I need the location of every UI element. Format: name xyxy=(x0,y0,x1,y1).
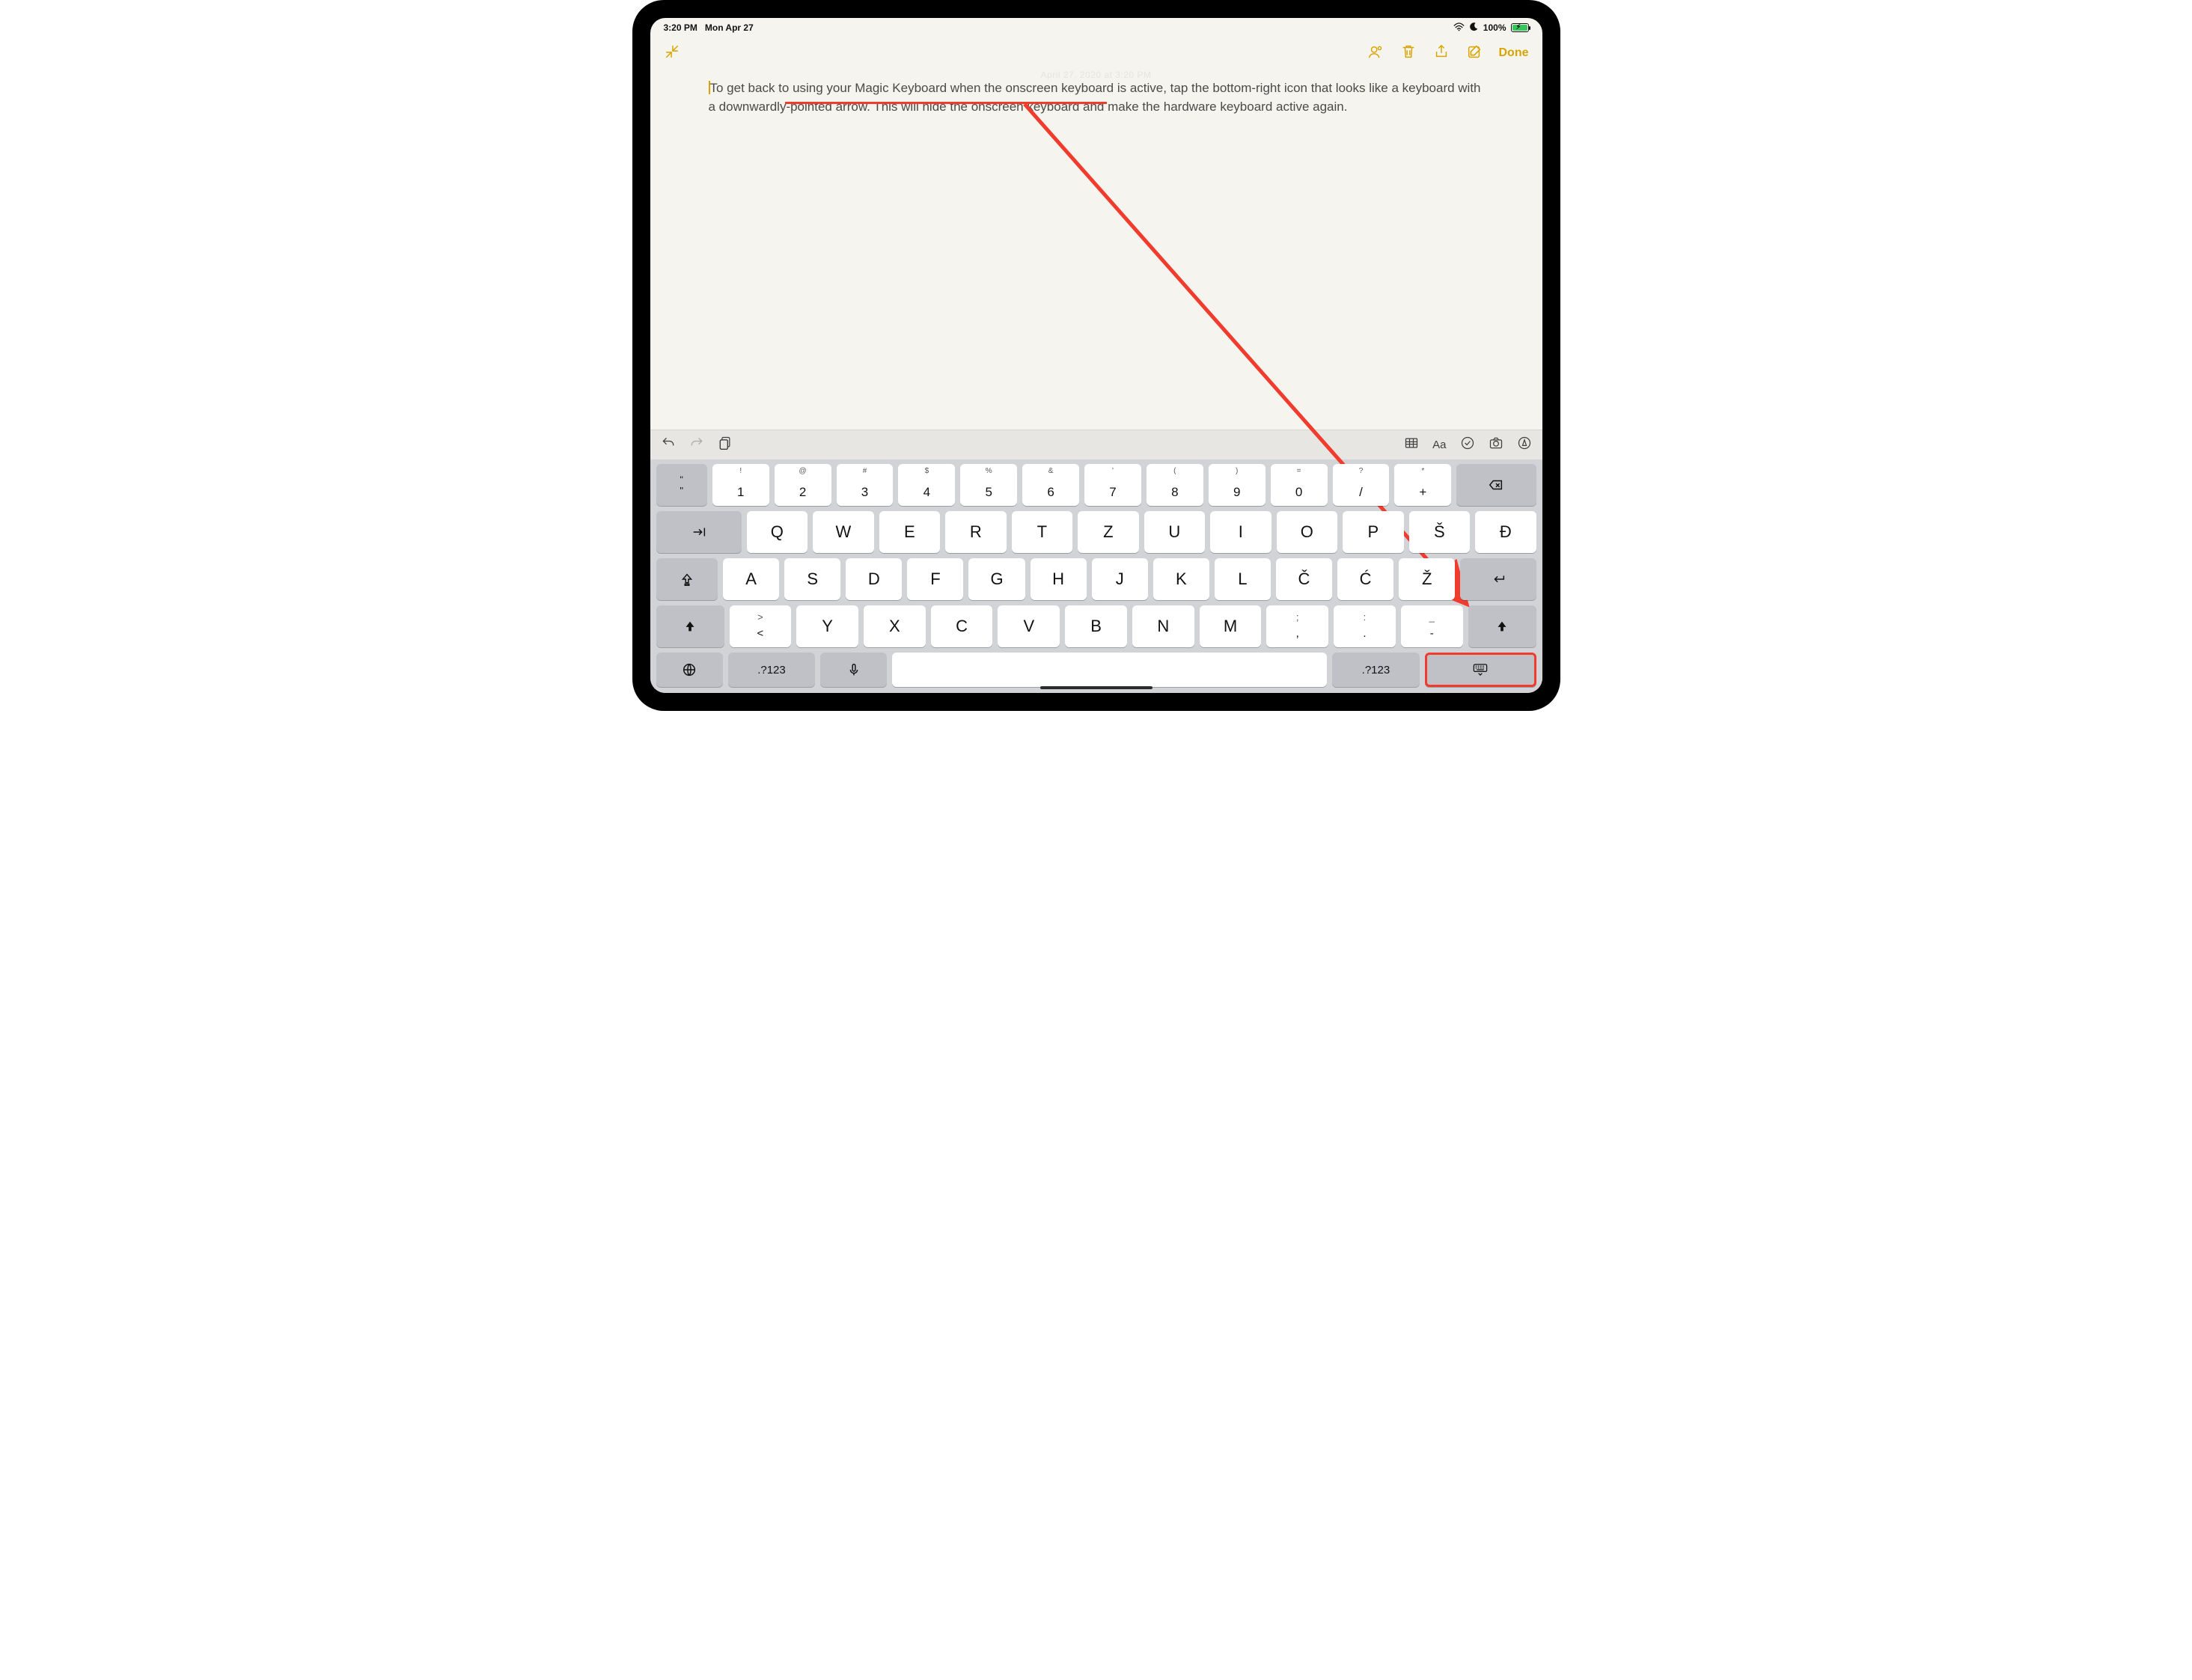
collaborate-icon[interactable] xyxy=(1367,43,1384,64)
key-ć[interactable]: Ć xyxy=(1337,558,1393,600)
key-y[interactable]: Y xyxy=(796,605,858,647)
key-d[interactable]: D xyxy=(846,558,902,600)
key-i[interactable]: I xyxy=(1210,511,1271,553)
shift-key-left[interactable] xyxy=(656,605,724,647)
spacebar-key[interactable] xyxy=(892,653,1327,687)
keyboard-row-5: .?123 .?123 xyxy=(656,653,1536,687)
key-ž[interactable]: Ž xyxy=(1399,558,1455,600)
caps-key[interactable] xyxy=(656,558,718,600)
keyboard-row-3: ASDFGHJKLČĆŽ xyxy=(656,558,1536,600)
key-3[interactable]: #3 xyxy=(837,464,894,506)
key-w[interactable]: W xyxy=(813,511,874,553)
done-button[interactable]: Done xyxy=(1499,46,1529,60)
key-angle[interactable]: >< xyxy=(730,605,792,647)
clipboard-icon[interactable] xyxy=(718,436,733,454)
key-s[interactable]: S xyxy=(784,558,840,600)
annotation-arrow xyxy=(650,69,1542,430)
key-5[interactable]: %5 xyxy=(960,464,1017,506)
key-6[interactable]: &6 xyxy=(1022,464,1079,506)
key-o[interactable]: O xyxy=(1277,511,1338,553)
key-z[interactable]: Z xyxy=(1078,511,1139,553)
collapse-icon[interactable] xyxy=(664,43,680,64)
key-r[interactable]: R xyxy=(945,511,1007,553)
key-.[interactable]: :. xyxy=(1334,605,1396,647)
key-h[interactable]: H xyxy=(1031,558,1087,600)
battery-icon: ⚡︎ xyxy=(1511,23,1529,32)
key-č[interactable]: Č xyxy=(1276,558,1332,600)
key-p[interactable]: P xyxy=(1343,511,1404,553)
key-b[interactable]: B xyxy=(1065,605,1127,647)
table-icon[interactable] xyxy=(1404,436,1419,454)
status-left: 3:20 PM Mon Apr 27 xyxy=(664,22,754,33)
dictation-key[interactable] xyxy=(820,653,887,687)
compose-icon[interactable] xyxy=(1466,43,1483,64)
globe-key[interactable] xyxy=(656,653,723,687)
ipad-device-frame: 3:20 PM Mon Apr 27 100% ⚡︎ xyxy=(632,0,1560,711)
status-date: Mon Apr 27 xyxy=(705,22,754,33)
battery-percentage: 100% xyxy=(1483,22,1506,33)
key-k[interactable]: K xyxy=(1153,558,1209,600)
key-t[interactable]: T xyxy=(1012,511,1073,553)
key-7[interactable]: '7 xyxy=(1084,464,1141,506)
markup-icon[interactable] xyxy=(1517,436,1532,454)
key-8[interactable]: (8 xyxy=(1147,464,1203,506)
key-q[interactable]: Q xyxy=(747,511,808,553)
home-indicator xyxy=(1040,686,1153,689)
return-key[interactable] xyxy=(1460,558,1536,600)
backspace-key[interactable] xyxy=(1456,464,1536,506)
status-right: 100% ⚡︎ xyxy=(1453,22,1529,34)
trash-icon[interactable] xyxy=(1400,43,1417,64)
key-u[interactable]: U xyxy=(1144,511,1206,553)
numbers-key-left[interactable]: .?123 xyxy=(728,653,815,687)
hide-keyboard-key[interactable] xyxy=(1425,653,1536,687)
annotation-underline xyxy=(785,102,1107,104)
key-4[interactable]: $4 xyxy=(898,464,955,506)
note-body[interactable]: April 27, 2020 at 3:20 PM To get back to… xyxy=(650,69,1542,430)
format-bar: Aa xyxy=(650,430,1542,459)
key-plus[interactable]: *+ xyxy=(1394,464,1451,506)
key-š[interactable]: Š xyxy=(1409,511,1471,553)
key-j[interactable]: J xyxy=(1092,558,1148,600)
key-g[interactable]: G xyxy=(968,558,1025,600)
status-bar: 3:20 PM Mon Apr 27 100% ⚡︎ xyxy=(650,18,1542,37)
checklist-icon[interactable] xyxy=(1460,436,1475,454)
redo-icon[interactable] xyxy=(689,436,704,454)
share-icon[interactable] xyxy=(1433,43,1450,64)
moon-icon xyxy=(1469,22,1479,34)
keyboard-row-1: ""!1@2#3$4%5&6'7(8)9=0?/*+ xyxy=(656,464,1536,506)
camera-icon[interactable] xyxy=(1489,436,1503,454)
text-format-button[interactable]: Aa xyxy=(1432,439,1446,451)
key-,[interactable]: ;, xyxy=(1266,605,1328,647)
key-9[interactable]: )9 xyxy=(1209,464,1266,506)
status-time: 3:20 PM xyxy=(664,22,697,33)
keyboard-row-2: QWERTZUIOPŠĐ xyxy=(656,511,1536,553)
key-x[interactable]: X xyxy=(864,605,926,647)
key-đ[interactable]: Đ xyxy=(1475,511,1536,553)
screen: 3:20 PM Mon Apr 27 100% ⚡︎ xyxy=(650,18,1542,693)
shift-key-right[interactable] xyxy=(1468,605,1536,647)
note-timestamp: April 27, 2020 at 3:20 PM xyxy=(1041,69,1152,82)
keyboard-row-4: ><YXCVBNM;,:._- xyxy=(656,605,1536,647)
key-2[interactable]: @2 xyxy=(775,464,831,506)
key-l[interactable]: L xyxy=(1215,558,1271,600)
key-slash[interactable]: ?/ xyxy=(1333,464,1390,506)
note-text: To get back to using your Magic Keyboard… xyxy=(709,81,1481,114)
tab-key[interactable] xyxy=(656,511,742,553)
onscreen-keyboard: ""!1@2#3$4%5&6'7(8)9=0?/*+ QWERTZUIOPŠĐ … xyxy=(650,459,1542,693)
key-c[interactable]: C xyxy=(931,605,993,647)
key-a[interactable]: A xyxy=(723,558,779,600)
numbers-key-right[interactable]: .?123 xyxy=(1332,653,1419,687)
key-0[interactable]: =0 xyxy=(1271,464,1328,506)
notes-toolbar: Done xyxy=(650,37,1542,69)
key-e[interactable]: E xyxy=(879,511,941,553)
key-m[interactable]: M xyxy=(1200,605,1262,647)
key-quote[interactable]: "" xyxy=(656,464,707,506)
wifi-icon xyxy=(1453,22,1465,34)
key-f[interactable]: F xyxy=(907,558,963,600)
undo-icon[interactable] xyxy=(661,436,676,454)
key-1[interactable]: !1 xyxy=(712,464,769,506)
key-n[interactable]: N xyxy=(1132,605,1194,647)
key--[interactable]: _- xyxy=(1401,605,1463,647)
key-v[interactable]: V xyxy=(998,605,1060,647)
